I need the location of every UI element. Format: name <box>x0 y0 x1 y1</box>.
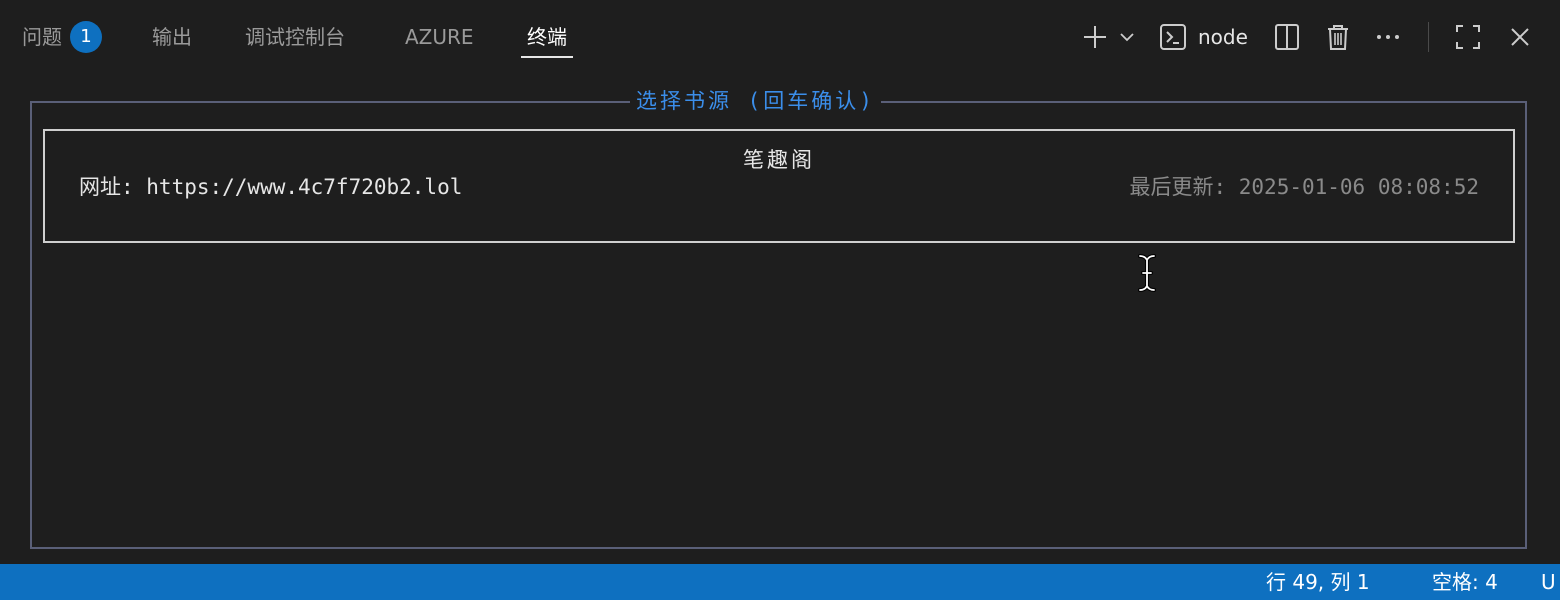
encoding-indicator[interactable]: U <box>1541 564 1556 600</box>
source-url: 网址: https://www.4c7f720b2.lol <box>79 175 463 199</box>
tab-output[interactable]: 输出 <box>152 22 192 52</box>
tab-label: 终端 <box>527 25 567 49</box>
tab-problems[interactable]: 问题 1 <box>22 20 102 53</box>
trash-icon[interactable] <box>1324 20 1352 54</box>
toolbar-divider <box>1428 22 1429 52</box>
chevron-down-icon[interactable] <box>1116 20 1138 54</box>
terminal-panel: 问题 1 输出 调试控制台 AZURE 终端 node 选择书源 (回车确认) … <box>0 0 1560 600</box>
frame-title: 选择书源 (回车确认) <box>630 86 881 116</box>
split-editor-icon[interactable] <box>1273 20 1301 54</box>
tab-azure[interactable]: AZURE <box>405 22 474 52</box>
terminal-name-label[interactable]: node <box>1198 22 1248 52</box>
tab-label: AZURE <box>405 25 474 49</box>
close-icon[interactable] <box>1507 20 1533 54</box>
source-last-updated: 最后更新: 2025-01-06 08:08:52 <box>1129 175 1479 199</box>
tab-label: 调试控制台 <box>245 25 345 49</box>
panel-tab-bar: 问题 1 输出 调试控制台 AZURE 终端 node <box>0 0 1560 74</box>
cursor-position[interactable]: 行 49, 列 1 <box>1266 564 1370 600</box>
source-name: 笔趣阁 <box>743 148 815 172</box>
text-cursor-icon <box>1136 254 1158 292</box>
tab-terminal[interactable]: 终端 <box>521 22 573 58</box>
source-list-item[interactable]: 笔趣阁 网址: https://www.4c7f720b2.lol 最后更新: … <box>43 129 1515 243</box>
plus-icon[interactable] <box>1080 20 1110 54</box>
tab-label: 问题 <box>22 25 62 49</box>
indentation-setting[interactable]: 空格: 4 <box>1432 564 1498 600</box>
tab-label: 输出 <box>152 25 192 49</box>
more-icon[interactable] <box>1374 20 1402 54</box>
status-bar: 行 49, 列 1 空格: 4 U <box>0 564 1560 600</box>
maximize-icon[interactable] <box>1454 20 1482 54</box>
tab-debug-console[interactable]: 调试控制台 <box>245 22 345 52</box>
problems-count-badge: 1 <box>70 20 102 53</box>
terminal-icon[interactable] <box>1158 20 1188 54</box>
